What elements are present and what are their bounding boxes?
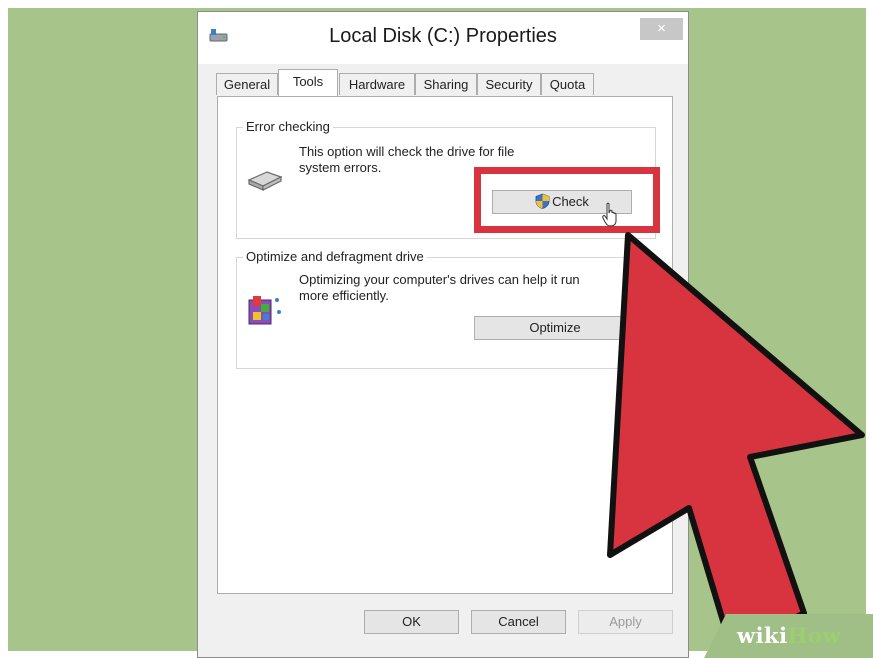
optimize-heading: Optimize and defragment drive	[243, 249, 427, 264]
tab-quota[interactable]: Quota	[541, 73, 594, 95]
tab-sharing[interactable]: Sharing	[415, 73, 477, 95]
watermark-wiki: wiki	[737, 623, 788, 648]
check-highlight-box	[474, 167, 660, 233]
window-title: Local Disk (C:) Properties	[329, 25, 557, 47]
error-checking-heading: Error checking	[243, 119, 333, 134]
tab-security[interactable]: Security	[477, 73, 541, 95]
close-button[interactable]: ×	[640, 18, 683, 40]
hard-drive-icon	[247, 171, 283, 191]
watermark-text: wikiHow	[737, 623, 841, 648]
title-bar[interactable]: Local Disk (C:) Properties ×	[198, 12, 688, 64]
optimize-line1: Optimizing your computer's drives can he…	[299, 272, 580, 287]
optimize-line2: more efficiently.	[299, 288, 389, 303]
pointer-arrow-icon	[607, 232, 865, 654]
watermark-how: How	[787, 623, 842, 648]
tab-tools[interactable]: Tools	[278, 69, 338, 96]
mouse-cursor-icon	[602, 202, 617, 227]
tab-general[interactable]: General	[216, 73, 278, 95]
wikihow-watermark: wikiHow	[704, 614, 873, 658]
ok-button[interactable]: OK	[364, 610, 459, 634]
tab-hardware[interactable]: Hardware	[339, 73, 415, 95]
cancel-button[interactable]: Cancel	[471, 610, 566, 634]
error-checking-line1: This option will check the drive for fil…	[299, 144, 515, 159]
defragment-icon	[248, 296, 281, 325]
error-checking-line2: system errors.	[299, 160, 382, 175]
